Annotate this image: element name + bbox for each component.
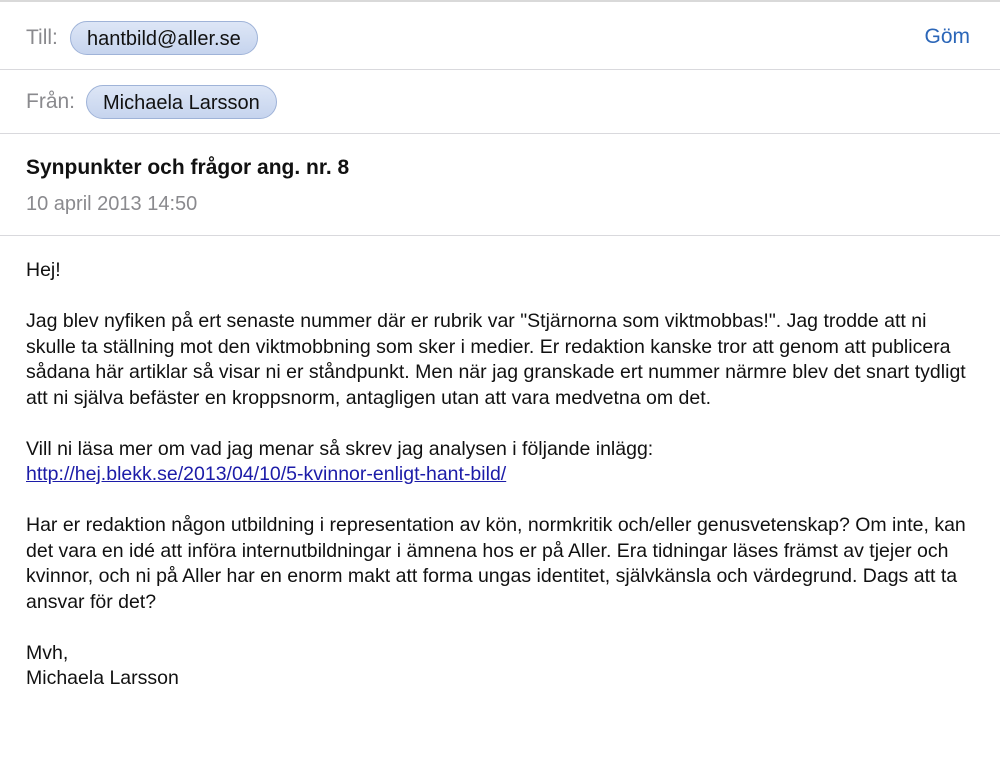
hide-details-button[interactable]: Göm [924,25,970,49]
from-label: Från: [26,90,76,113]
recipient-chip[interactable]: hantbild@aller.se [70,21,258,55]
message-date: 10 april 2013 14:50 [26,193,198,215]
greeting: Hej! [26,259,61,281]
message-subject: Synpunkter och frågor ang. nr. 8 [26,156,350,179]
body-paragraph-2: Vill ni läsa mer om vad jag menar så skr… [26,437,976,488]
from-row: Från: Michaela Larsson [0,70,1000,134]
body-paragraph-1: Jag blev nyfiken på ert senaste nummer d… [26,310,966,409]
to-row: Till: hantbild@aller.se Göm [0,2,1000,70]
to-label: Till: [26,26,58,49]
signoff: Mvh, [26,641,69,664]
signature-block: Mvh, Michaela Larsson [26,641,976,692]
body-paragraph-2-text: Vill ni läsa mer om vad jag menar så skr… [26,437,654,460]
blog-post-link[interactable]: http://hej.blekk.se/2013/04/10/5-kvinnor… [26,463,506,485]
message-body: Hej! Jag blev nyfiken på ert senaste num… [26,258,976,692]
subject-block: Synpunkter och frågor ang. nr. 8 10 apri… [0,134,1000,236]
body-paragraph-3: Har er redaktion någon utbildning i repr… [26,514,966,613]
sender-chip[interactable]: Michaela Larsson [86,85,277,119]
signature-name: Michaela Larsson [26,667,179,689]
